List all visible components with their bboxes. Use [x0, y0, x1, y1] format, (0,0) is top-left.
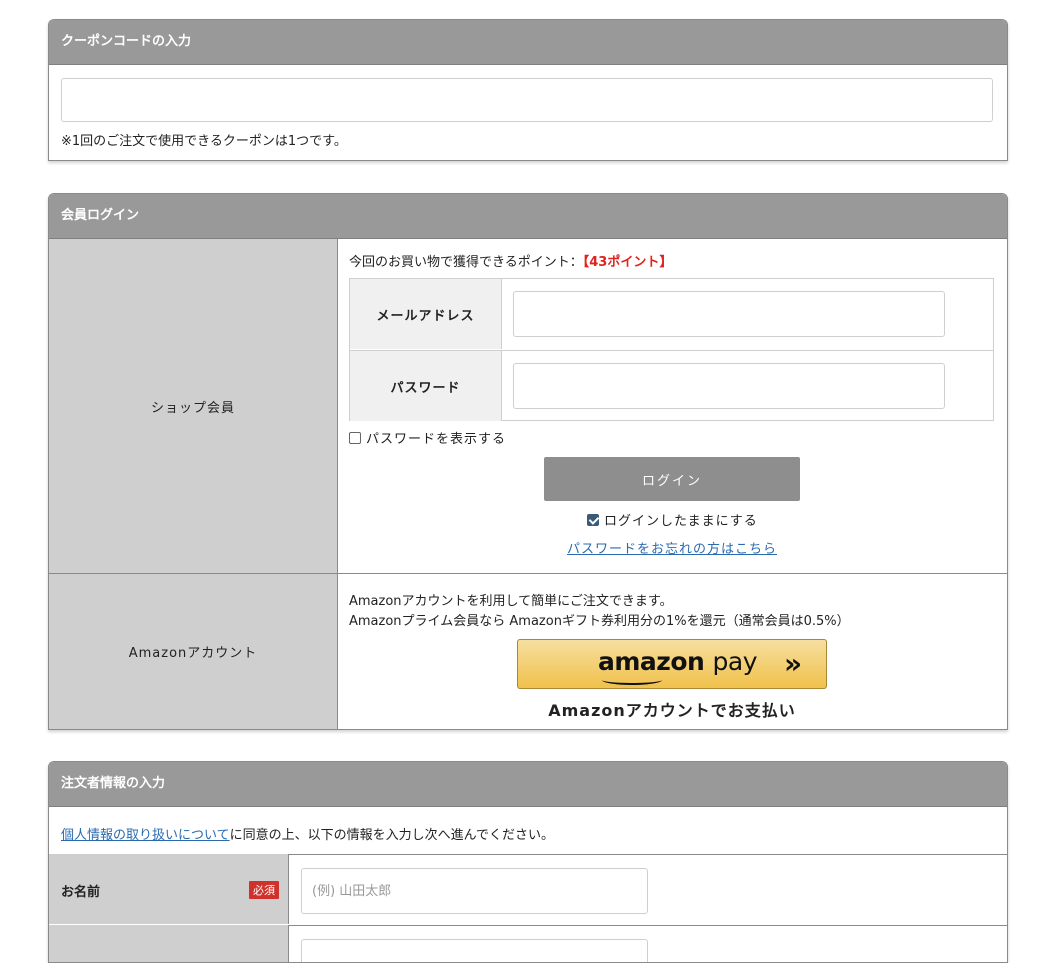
- amazon-pay-logo: amazon pay: [598, 647, 758, 676]
- amazon-description: Amazonアカウントを利用して簡単にご注文できます。 Amazonプライム会員…: [349, 592, 850, 632]
- show-password-checkbox[interactable]: [349, 431, 361, 444]
- member-login-title: 会員ログイン: [49, 194, 1007, 239]
- points-line: 今回のお買い物で獲得できるポイント：【43ポイント】: [349, 251, 672, 270]
- keep-login-option[interactable]: ログインしたままにする: [587, 510, 758, 529]
- email-field[interactable]: [513, 291, 945, 337]
- keep-login-checkbox[interactable]: [587, 513, 599, 526]
- amazon-smile-icon: [602, 675, 662, 685]
- coupon-code-input[interactable]: [61, 78, 993, 122]
- forgot-password-link[interactable]: パスワードをお忘れの方はこちら: [567, 542, 777, 557]
- name-input[interactable]: [301, 868, 648, 914]
- privacy-policy-link[interactable]: 個人情報の取り扱いについて: [61, 828, 230, 843]
- required-badge: 必須: [249, 881, 279, 899]
- double-chevron-right-icon: »: [784, 647, 803, 680]
- forgot-password-row: パスワードをお忘れの方はこちら: [49, 538, 1007, 557]
- amazon-account-label-text: Amazonアカウント: [128, 646, 258, 661]
- amazon-desc-line1: Amazonアカウントを利用して簡単にご注文できます。: [349, 594, 673, 609]
- login-button[interactable]: ログイン: [544, 457, 800, 501]
- shop-member-label: ショップ会員: [49, 239, 338, 573]
- show-password-label: パスワードを表示する: [366, 432, 507, 447]
- name-label: お名前: [61, 885, 101, 900]
- password-field[interactable]: [513, 363, 945, 409]
- orderer-info-title: 注文者情報の入力: [49, 762, 1007, 807]
- member-login-panel: 会員ログイン ショップ会員 今回のお買い物で獲得できるポイント：【43ポイント】…: [48, 193, 1008, 730]
- orderer-info-panel: 注文者情報の入力 個人情報の取り扱いについてに同意の上、以下の情報を入力し次へ進…: [48, 761, 1008, 963]
- password-label: パスワード: [350, 351, 502, 421]
- points-prefix: 今回のお買い物で獲得できるポイント：: [349, 255, 583, 270]
- privacy-agreement: 個人情報の取り扱いについてに同意の上、以下の情報を入力し次へ進んでください。: [61, 824, 554, 843]
- amazon-account-label: Amazonアカウント: [49, 574, 338, 729]
- next-row-label: [49, 925, 289, 962]
- amazon-pay-caption: Amazonアカウントでお支払い: [548, 701, 796, 720]
- shop-member-label-text: ショップ会員: [150, 400, 235, 416]
- email-label: メールアドレス: [350, 279, 502, 349]
- keep-login-label: ログインしたままにする: [604, 514, 758, 529]
- show-password-option[interactable]: パスワードを表示する: [349, 428, 506, 447]
- agree-text: に同意の上、以下の情報を入力し次へ進んでください。: [229, 828, 554, 843]
- points-value: 【43ポイント】: [582, 255, 673, 270]
- coupon-panel: クーポンコードの入力 ※1回のご注文で使用できるクーポンは1つです。: [48, 19, 1008, 161]
- login-form-table: メールアドレス パスワード: [349, 278, 994, 421]
- coupon-title: クーポンコードの入力: [49, 20, 1007, 65]
- amazon-pay-button[interactable]: amazon pay »: [517, 639, 827, 689]
- name-row-label: お名前 必須: [49, 854, 289, 924]
- coupon-note: ※1回のご注文で使用できるクーポンは1つです。: [61, 134, 347, 149]
- amazon-desc-line2: Amazonプライム会員なら Amazonギフト券利用分の1%を還元（通常会員は…: [349, 614, 850, 629]
